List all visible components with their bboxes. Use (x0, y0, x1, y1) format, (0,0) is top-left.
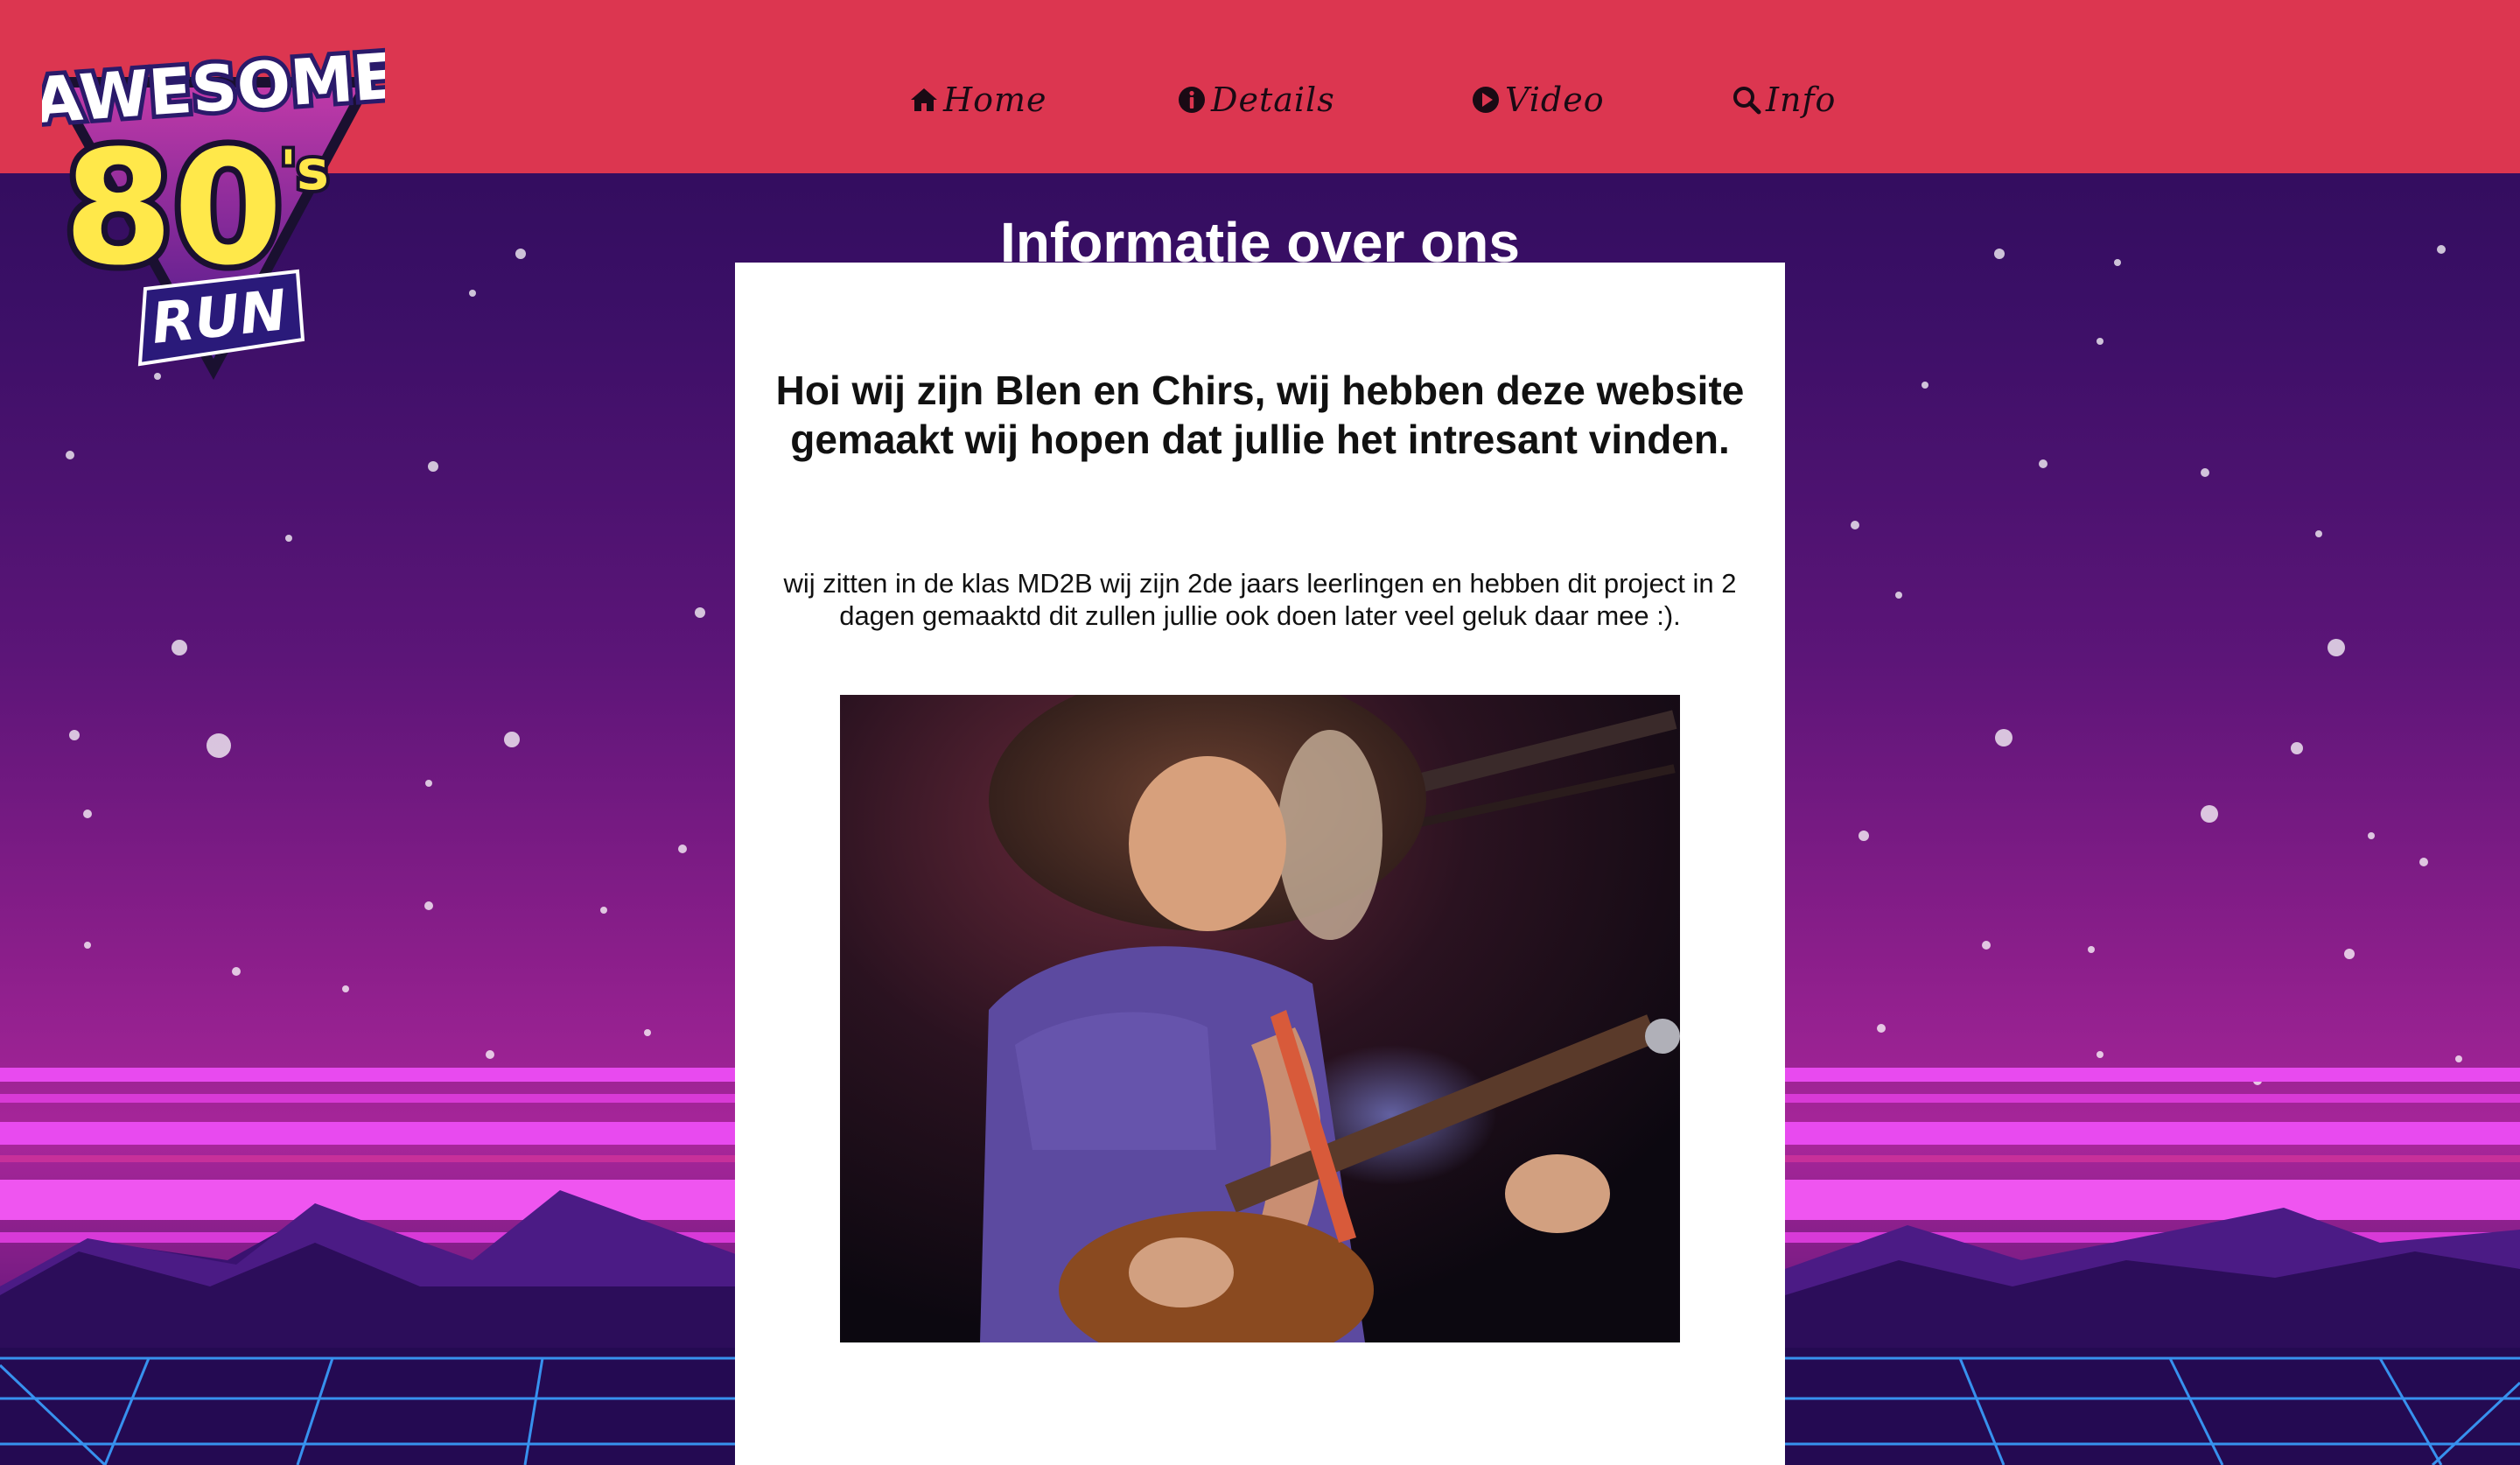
logo-line2-suffix: 's (280, 138, 329, 202)
play-circle-icon (1473, 87, 1499, 113)
guitarist-animation (840, 695, 1680, 1342)
search-icon (1733, 87, 1761, 115)
guitarist-image (840, 695, 1680, 1342)
intro-heading: Hoi wij zijn Blen en Chirs, wij hebben d… (775, 368, 1745, 462)
content-card: Hoi wij zijn Blen en Chirs, wij hebben d… (735, 263, 1785, 1465)
nav-video[interactable]: Video (1470, 81, 1605, 119)
intro-paragraph: wij zitten in de klas MD2B wij zijn 2de … (783, 568, 1737, 631)
nav-info[interactable]: Info (1731, 81, 1836, 119)
nav-details-label: Details (1211, 81, 1335, 119)
nav-video-label: Video (1505, 81, 1605, 119)
logo-graphic: AWESOME 80 's RUN (27, 35, 402, 380)
nav-home-label: Home (943, 81, 1047, 119)
home-icon (911, 88, 937, 111)
info-circle-icon (1179, 87, 1205, 113)
nav-info-label: Info (1766, 81, 1837, 119)
awesome-80s-run-logo[interactable]: AWESOME 80 's RUN (27, 33, 402, 383)
nav-home[interactable]: Home (908, 81, 1047, 119)
nav-details[interactable]: Details (1176, 81, 1335, 119)
